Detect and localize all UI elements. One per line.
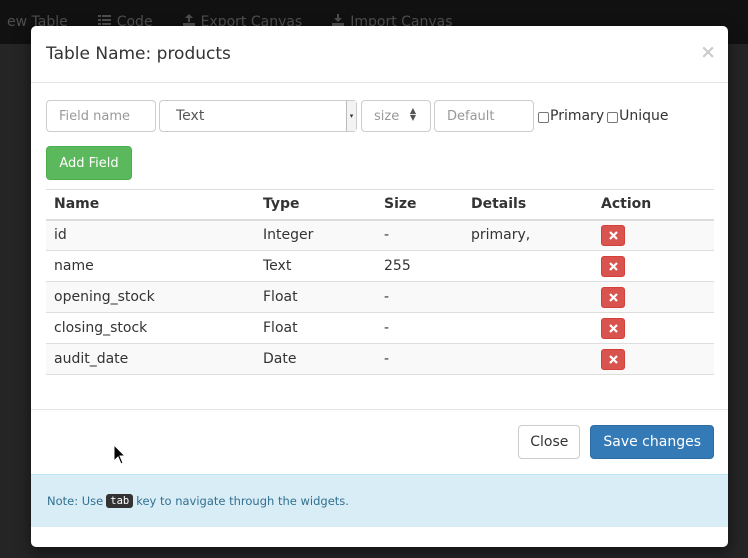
close-icon [608, 261, 618, 271]
fields-table: Name Type Size Details Action id Integer… [46, 189, 714, 375]
table-modal: Table Name: products × Field name Text ▾… [31, 26, 728, 547]
cell-type: Float [255, 312, 376, 344]
chevron-down-icon: ▾ [346, 101, 356, 131]
size-input[interactable]: size ▲ ▼ [361, 100, 431, 132]
cell-name: audit_date [46, 343, 255, 375]
cell-size: - [376, 312, 463, 344]
modal-header: Table Name: products × [31, 26, 728, 83]
modal-body: Field name Text ▾ size ▲ ▼ Default Primar… [31, 83, 728, 409]
table-row: id Integer - primary, [46, 219, 714, 251]
cell-size: - [376, 343, 463, 375]
mouse-pointer-icon [113, 443, 127, 469]
close-button[interactable]: Close [518, 425, 581, 459]
unique-checkbox-group[interactable]: Unique [607, 108, 669, 124]
header-type: Type [255, 189, 376, 221]
unique-label: Unique [619, 108, 669, 124]
cell-name: name [46, 250, 255, 282]
cell-size: - [376, 219, 463, 251]
delete-field-button[interactable] [601, 348, 625, 370]
type-select-value: Text [176, 108, 205, 124]
close-icon [608, 292, 618, 302]
header-name: Name [46, 189, 255, 221]
tab-key-badge: tab [106, 494, 134, 508]
add-field-button[interactable]: Add Field [46, 146, 132, 180]
unique-checkbox[interactable] [607, 111, 619, 123]
default-input[interactable]: Default [434, 100, 534, 132]
close-icon [608, 230, 618, 240]
cell-name: closing_stock [46, 312, 255, 344]
note-suffix: key to navigate through the widgets. [136, 494, 349, 508]
size-placeholder: size [374, 108, 400, 124]
cell-name: id [46, 219, 255, 251]
cell-type: Text [255, 250, 376, 282]
cell-details [463, 250, 593, 282]
cell-details: primary, [463, 219, 593, 251]
field-name-input[interactable]: Field name [46, 100, 156, 132]
save-changes-button[interactable]: Save changes [590, 425, 714, 459]
delete-field-button[interactable] [601, 286, 625, 308]
header-details: Details [463, 189, 593, 221]
table-header-row: Name Type Size Details Action [46, 189, 714, 221]
close-icon[interactable]: × [700, 42, 716, 62]
type-select[interactable]: Text ▾ [159, 100, 357, 132]
header-action: Action [593, 189, 714, 221]
cell-details [463, 281, 593, 313]
primary-label: Primary [550, 108, 605, 124]
table-row: audit_date Date - [46, 343, 714, 375]
add-field-form: Field name Text ▾ size ▲ ▼ Default Primar… [46, 100, 713, 132]
cell-type: Float [255, 281, 376, 313]
close-icon [608, 354, 618, 364]
cell-details [463, 312, 593, 344]
cell-name: opening_stock [46, 281, 255, 313]
primary-checkbox-group[interactable]: Primary [538, 108, 604, 124]
spinner-icon[interactable]: ▲ ▼ [410, 107, 416, 122]
table-row: opening_stock Float - [46, 281, 714, 313]
table-row: name Text 255 [46, 250, 714, 282]
header-size: Size [376, 189, 463, 221]
note-prefix: Note: Use [47, 494, 104, 508]
primary-checkbox[interactable] [538, 111, 549, 123]
help-note: Note: Use tab key to navigate through th… [31, 474, 728, 527]
cell-type: Integer [255, 219, 376, 251]
delete-field-button[interactable] [601, 255, 625, 277]
cell-details [463, 343, 593, 375]
cell-size: 255 [376, 250, 463, 282]
table-row: closing_stock Float - [46, 312, 714, 344]
cell-type: Date [255, 343, 376, 375]
cell-size: - [376, 281, 463, 313]
modal-footer: Close Save changes [31, 409, 728, 474]
modal-title: Table Name: products [46, 44, 231, 64]
close-icon [608, 323, 618, 333]
delete-field-button[interactable] [601, 224, 625, 246]
delete-field-button[interactable] [601, 317, 625, 339]
